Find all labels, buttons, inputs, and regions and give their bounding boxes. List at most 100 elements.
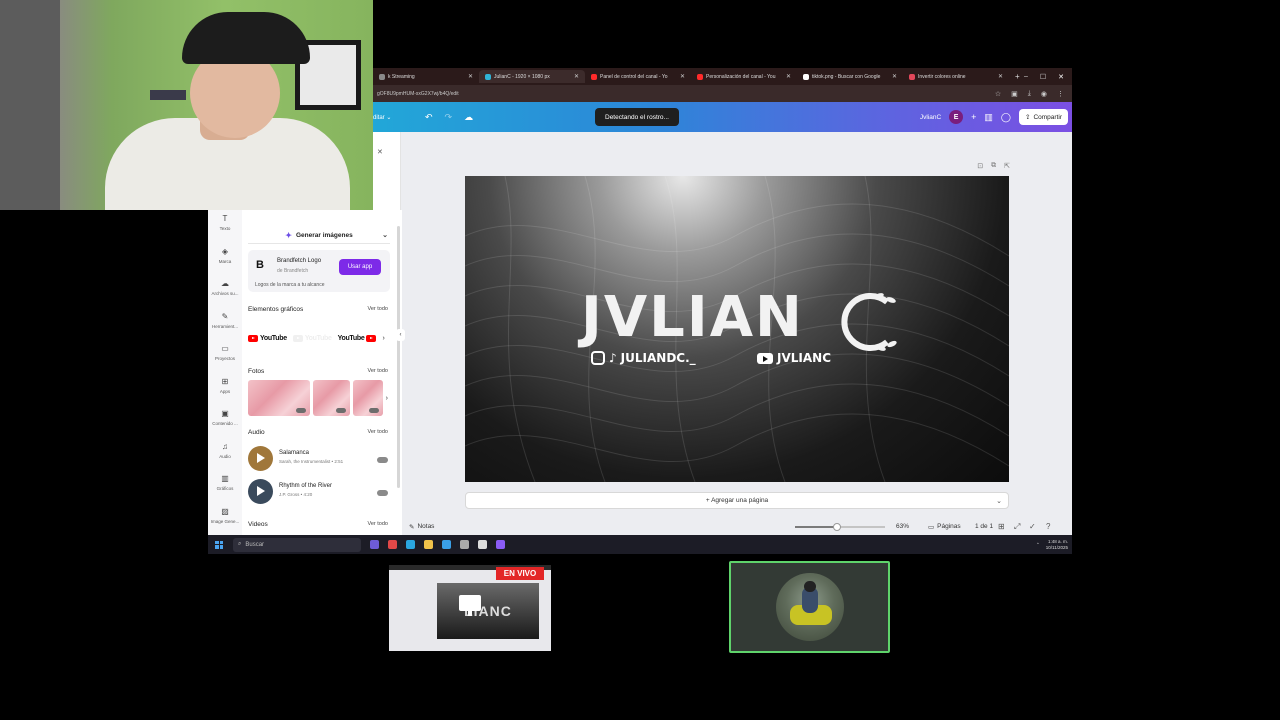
audio-track[interactable]: Rhythm of the River J.P. Gross • 4:20 (248, 479, 388, 505)
share-button[interactable]: ⇪ Compartir (1019, 109, 1068, 125)
star-icon[interactable]: ☆ (995, 90, 1001, 98)
fullscreen-icon[interactable]: ⤢ (1014, 522, 1020, 532)
profile-icon[interactable]: ◉ (1041, 90, 1047, 98)
graphic-item[interactable]: YouTube (248, 334, 287, 342)
chevron-right-icon[interactable]: › (386, 395, 388, 402)
close-tab-icon[interactable]: ✕ (786, 73, 791, 80)
nav-item[interactable]: ▭ Proyectos (208, 344, 242, 361)
track-cover[interactable] (248, 446, 273, 471)
add-page-button[interactable]: + Agregar una página ⌄ (465, 492, 1009, 509)
nav-item[interactable]: ◈ Marca (208, 247, 242, 264)
nav-item[interactable]: ▨ Image Gene... (208, 507, 242, 524)
extensions-icon[interactable]: ▣ (1011, 90, 1018, 98)
logo-wordmark[interactable]: JVLIAN (581, 288, 804, 348)
help-icon[interactable]: ? (1046, 522, 1050, 531)
minimize-icon[interactable]: – (1024, 73, 1028, 81)
insights-icon[interactable]: ▥ (984, 112, 993, 123)
photo-thumbnail[interactable] (353, 380, 383, 416)
generate-images-button[interactable]: ✦ Generar imágenes ⌄ (248, 227, 390, 244)
collapse-panel-button[interactable]: ‹ (396, 329, 405, 341)
nav-item[interactable]: ▥ Gráficos (208, 474, 242, 491)
close-tab-icon[interactable]: ✕ (998, 73, 1003, 80)
close-tab-icon[interactable]: ✕ (680, 73, 685, 80)
close-panel-icon[interactable]: ✕ (377, 148, 383, 156)
close-window-icon[interactable]: ✕ (1058, 73, 1064, 81)
nav-item[interactable]: ▣ Contenido ... (208, 409, 242, 426)
share-label: Compartir (1033, 113, 1062, 121)
avatar[interactable]: E (949, 110, 964, 124)
taskbar-app-icon[interactable] (424, 540, 433, 549)
browser-tab[interactable]: JulianC - 1920 × 1080 px ✕ (479, 70, 585, 83)
audio-track[interactable]: Salamanca Sarah, the Instrumentalist • 2:… (248, 446, 388, 472)
user-name[interactable]: JvlianC (920, 114, 941, 121)
lock-icon[interactable]: ⊡ (977, 162, 983, 170)
comment-icon[interactable]: ◯ (1001, 112, 1011, 123)
browser-tab[interactable]: k Streaming ✕ (373, 70, 479, 83)
videos-see-all[interactable]: Ver todo (368, 521, 389, 528)
redo-icon[interactable]: ↷ (445, 112, 453, 123)
brandfetch-card[interactable]: B Brandfetch Logo de Brandfetch Logos de… (248, 250, 390, 292)
taskbar-app-icon[interactable] (478, 540, 487, 549)
nav-item[interactable]: ⊞ Apps (208, 377, 242, 394)
close-tab-icon[interactable]: ✕ (574, 73, 579, 80)
nav-item[interactable]: ☁ Archivos su... (208, 279, 242, 296)
browser-tab[interactable]: Panel de control del canal - Yo ✕ (585, 70, 691, 83)
photos-see-all[interactable]: Ver todo (368, 368, 389, 375)
nav-item[interactable]: ♫ Audio (208, 442, 242, 459)
track-cover[interactable] (248, 479, 273, 504)
pages-button[interactable]: ▭ Páginas (928, 523, 961, 531)
add-collaborator-icon[interactable]: + (971, 112, 976, 122)
panel-scrollbar[interactable] (397, 226, 400, 488)
taskbar-app-icon[interactable] (460, 540, 469, 549)
undo-icon[interactable]: ↶ (425, 112, 433, 123)
url-field[interactable]: gOF8U9pmHUM-sxG2X7wj/b4Q/edit (377, 91, 995, 97)
laurel-wreath-icon[interactable] (839, 292, 899, 352)
social-instagram-tiktok[interactable]: ♪ JULIANDC._ (591, 351, 696, 365)
taskbar-search[interactable]: ⌕ Buscar (233, 537, 361, 552)
browser-tab[interactable]: Personalización del canal - You ✕ (691, 70, 797, 83)
cloud-sync-icon[interactable]: ☁ (464, 112, 473, 123)
social-youtube[interactable]: JVLIANC (757, 351, 831, 365)
new-tab-button[interactable]: + (1015, 72, 1020, 81)
photo-thumbnail[interactable] (313, 380, 351, 416)
zoom-slider-handle[interactable] (832, 523, 841, 531)
graphic-item[interactable]: YouTube (338, 334, 377, 342)
chevron-down-icon[interactable]: ⌄ (382, 231, 388, 239)
add-page-icon[interactable]: ⇱ (1004, 162, 1010, 170)
notes-button[interactable]: ✎ Notas (409, 523, 434, 531)
duplicate-page-icon[interactable]: ⧉ (991, 162, 996, 170)
taskbar-app-icon[interactable] (442, 540, 451, 549)
browser-tab[interactable]: Invertir colores online ✕ (903, 70, 1009, 83)
use-app-button[interactable]: Usar app (339, 259, 381, 275)
browser-tab[interactable]: tiktok.png - Buscar con Google ✕ (797, 70, 903, 83)
edit-menu[interactable]: ditar ⌄ (373, 114, 413, 121)
clock[interactable]: 1:48 a. m. 10/11/2025 (1046, 539, 1068, 551)
menu-icon[interactable]: ⋮ (1057, 90, 1064, 98)
taskbar-app-icon[interactable] (388, 540, 397, 549)
grid-view-icon[interactable]: ⊞ (998, 522, 1005, 531)
chevron-up-icon[interactable]: ⌃ (1036, 542, 1040, 548)
taskbar-app-icon[interactable] (496, 540, 505, 549)
zoom-level[interactable]: 63% (896, 523, 909, 530)
zoom-slider[interactable] (795, 523, 885, 531)
windows-start-icon[interactable] (215, 540, 223, 549)
chevron-right-icon[interactable]: › (382, 335, 384, 342)
nav-item[interactable]: ✎ Herramient... (208, 312, 242, 329)
camera-thumbnail[interactable] (729, 561, 890, 653)
youtube-handle: JVLIANC (777, 351, 831, 365)
download-icon[interactable]: ⤓ (1028, 90, 1031, 98)
photo-thumbnail[interactable] (248, 380, 311, 416)
close-tab-icon[interactable]: ✕ (468, 73, 473, 80)
maximize-icon[interactable]: ☐ (1040, 73, 1046, 81)
nav-item[interactable]: T Texto (208, 214, 242, 231)
design-page[interactable]: JVLIAN ♪ JULIANDC._ JVLIANC (465, 176, 1009, 482)
graphics-see-all[interactable]: Ver todo (368, 306, 389, 313)
check-icon[interactable]: ✓ (1029, 522, 1036, 531)
audio-see-all[interactable]: Ver todo (368, 429, 389, 436)
chevron-down-icon[interactable]: ⌄ (996, 497, 1002, 505)
taskbar-app-icon[interactable] (406, 540, 415, 549)
taskbar-app-icon[interactable] (370, 540, 379, 549)
address-bar: gOF8U9pmHUM-sxG2X7wj/b4Q/edit ☆ ▣ ⤓ ◉ ⋮ (373, 85, 1072, 102)
close-tab-icon[interactable]: ✕ (892, 73, 897, 80)
graphic-item[interactable]: YouTube (292, 334, 332, 342)
